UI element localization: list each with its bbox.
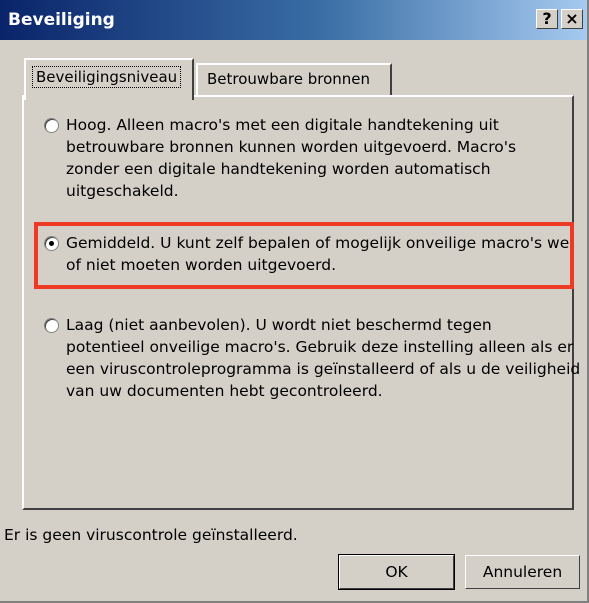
- highlight-box: [34, 222, 574, 289]
- cancel-button[interactable]: Annuleren: [465, 555, 580, 589]
- tab-label: Beveiligingsniveau: [32, 66, 182, 88]
- tab-label: Betrouwbare bronnen: [207, 70, 371, 88]
- security-dialog: Beveiliging ? × Beveiligingsniveau Betro…: [0, 0, 589, 603]
- radio-hoog[interactable]: [44, 118, 59, 133]
- ok-button[interactable]: OK: [338, 554, 455, 590]
- option-laag-text: Laag (niet aanbevolen). U wordt niet bes…: [66, 316, 581, 400]
- status-text: Er is geen viruscontrole geïnstalleerd.: [4, 526, 298, 544]
- title-bar[interactable]: Beveiliging ? ×: [0, 0, 587, 40]
- tab-betrouwbare-bronnen[interactable]: Betrouwbare bronnen: [196, 63, 392, 96]
- radio-laag[interactable]: [44, 318, 59, 333]
- help-button[interactable]: ?: [536, 9, 558, 29]
- option-hoog-text: Hoog. Alleen macro's met een digitale ha…: [66, 116, 517, 200]
- tab-beveiligingsniveau[interactable]: Beveiligingsniveau: [24, 58, 194, 100]
- close-button[interactable]: ×: [561, 9, 583, 29]
- dialog-title: Beveiliging: [8, 10, 115, 30]
